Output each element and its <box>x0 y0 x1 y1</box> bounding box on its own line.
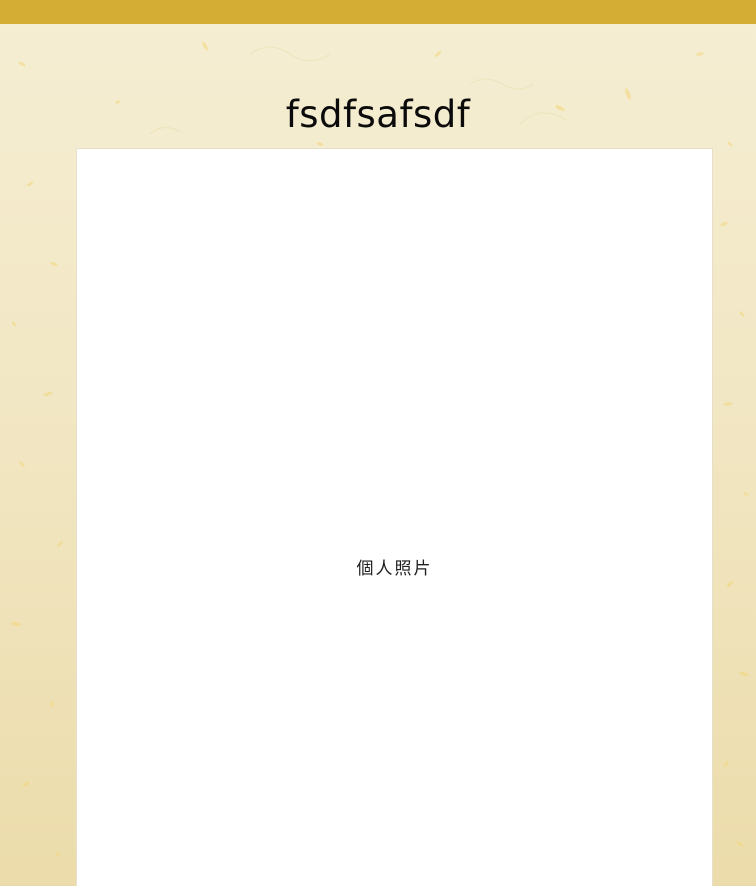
page-title: fsdfsafsdf <box>285 92 471 136</box>
profile-photo-placeholder-label: 個人照片 <box>356 559 433 579</box>
profile-photo-frame[interactable]: 個人照片 <box>76 148 713 886</box>
top-accent-bar <box>0 0 756 24</box>
